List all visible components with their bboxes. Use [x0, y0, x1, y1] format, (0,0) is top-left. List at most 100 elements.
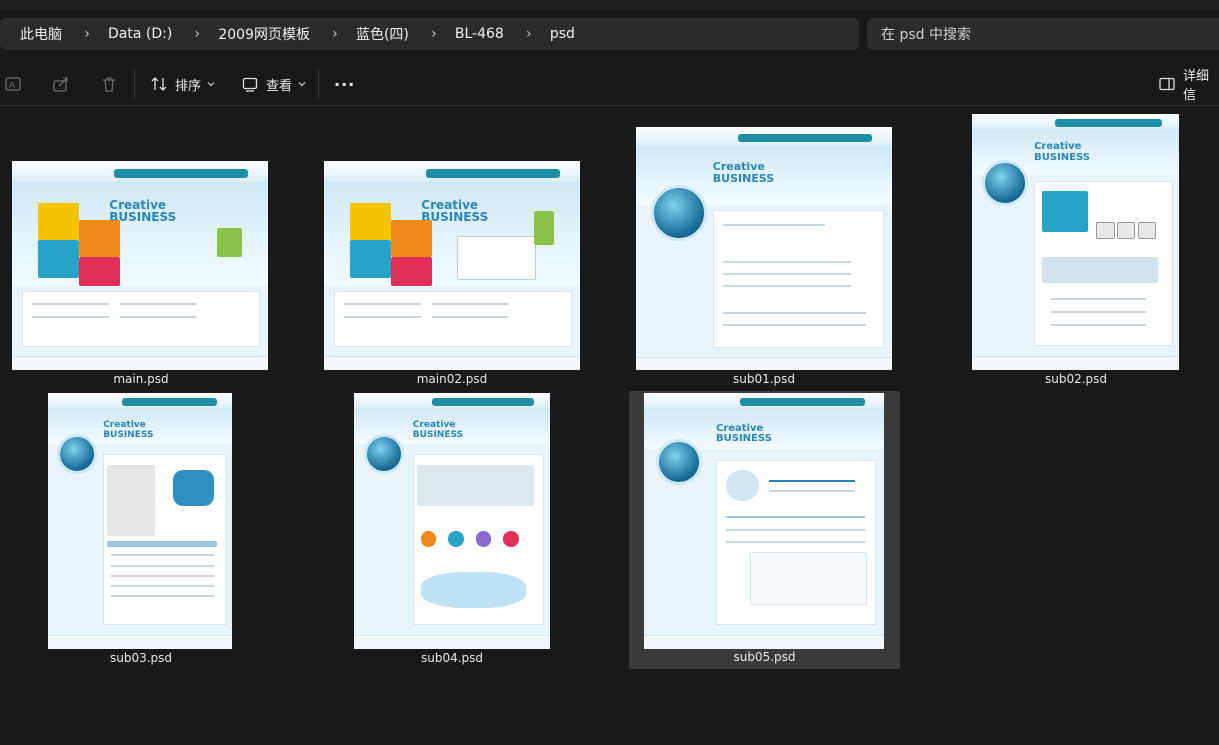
ai-icon: A	[4, 75, 22, 93]
chevron-right-icon[interactable]: ›	[76, 26, 98, 42]
thumb-graphic	[173, 469, 214, 506]
more-icon: ···	[334, 74, 356, 94]
breadcrumb-label: 蓝色(四)	[355, 27, 409, 43]
chevron-down-icon	[207, 80, 215, 88]
thumb-nav	[121, 398, 218, 406]
thumb-graphic	[1042, 190, 1088, 232]
thumb-graphic	[533, 211, 555, 245]
thumb-nav	[114, 169, 248, 178]
thumb-text-line	[119, 315, 197, 318]
thumb-text-line	[723, 260, 852, 263]
thumb-footer	[644, 635, 884, 649]
chevron-right-icon[interactable]: ›	[423, 26, 445, 42]
file-thumbnail: Creative BUSINESS	[972, 114, 1179, 370]
command-bar: A 排序 查看 ··· 详细信	[0, 66, 1219, 103]
share-button[interactable]	[52, 66, 70, 102]
chevron-right-icon[interactable]: ›	[518, 26, 540, 42]
ai-button[interactable]: A	[4, 66, 22, 102]
file-thumbnail: Creative BUSINESS	[644, 393, 884, 649]
thumb-graphic	[216, 227, 243, 258]
toolbar-separator	[318, 70, 319, 98]
file-name: main02.psd	[416, 372, 488, 386]
thumb-text-line	[723, 323, 867, 326]
file-name: sub02.psd	[1044, 372, 1108, 386]
breadcrumb-item[interactable]: 蓝色(四)	[350, 24, 415, 44]
file-name: sub04.psd	[420, 651, 484, 665]
thumb-graphic	[475, 531, 492, 547]
breadcrumb-item[interactable]: 此电脑	[0, 24, 68, 44]
thumb-nav	[1054, 119, 1163, 127]
file-name: sub01.psd	[732, 372, 796, 386]
thumb-content	[22, 290, 260, 347]
more-button[interactable]: ···	[334, 66, 355, 102]
file-item[interactable]: Creative BUSINESS main02.psd	[310, 110, 594, 390]
thumb-graphic	[448, 531, 464, 547]
file-item[interactable]: Creative BUSINESS sub04.psd	[310, 390, 594, 670]
thumb-text-line	[725, 541, 865, 544]
chevron-down-icon	[298, 80, 306, 88]
breadcrumb[interactable]: 此电脑 › Data (D:) › 2009网页模板 › 蓝色(四) › BL-…	[0, 18, 859, 50]
thumb-badge	[982, 160, 1029, 207]
details-label: 详细信	[1183, 69, 1210, 103]
thumb-text-line	[110, 554, 214, 557]
file-item[interactable]: Creative BUSINESS main.psd	[0, 110, 282, 390]
thumb-content	[712, 209, 884, 348]
file-thumbnail: Creative BUSINESS	[636, 127, 892, 370]
thumb-text-line	[110, 564, 214, 567]
thumb-graphic	[106, 541, 218, 547]
thumb-content	[334, 290, 572, 347]
thumb-graphic	[420, 572, 527, 609]
thumb-badge	[363, 433, 404, 474]
sort-icon	[150, 75, 168, 93]
sort-button[interactable]: 排序	[150, 66, 215, 102]
thumb-title: Creative BUSINESS	[1034, 141, 1090, 163]
thumb-graphic	[78, 219, 120, 258]
breadcrumb-label: 此电脑	[20, 27, 62, 43]
svg-text:A: A	[9, 81, 16, 91]
breadcrumb-item[interactable]: Data (D:)	[102, 26, 178, 42]
search-input[interactable]: 在 psd 中搜索	[867, 18, 1219, 50]
thumb-text-line	[723, 224, 826, 227]
thumb-text-line	[768, 490, 856, 493]
thumb-badge	[651, 185, 708, 242]
thumb-text-line	[1050, 298, 1146, 301]
thumb-text-line	[32, 303, 110, 306]
thumb-graphic	[37, 202, 79, 241]
share-icon	[52, 75, 70, 93]
thumb-title: Creative BUSINESS	[716, 422, 772, 445]
thumb-text-line	[344, 303, 422, 306]
chevron-right-icon[interactable]: ›	[324, 26, 346, 42]
thumb-graphic	[502, 531, 519, 547]
thumb-graphic	[420, 531, 437, 547]
thumb-footer	[48, 635, 232, 649]
breadcrumb-label: psd	[549, 26, 575, 42]
thumb-graphic	[1096, 221, 1115, 239]
thumb-graphic	[106, 464, 155, 537]
thumb-nav	[426, 169, 560, 178]
sort-label: 排序	[175, 78, 202, 94]
file-item[interactable]: Creative BUSINESS sub02.psd	[934, 110, 1218, 390]
chevron-right-icon[interactable]: ›	[186, 26, 208, 42]
thumb-badge	[656, 439, 702, 486]
thumb-graphic	[416, 464, 535, 506]
file-item-selected[interactable]: Creative BUSINESS sub05.psd	[629, 391, 900, 669]
thumb-text-line	[723, 311, 867, 314]
thumb-text-line	[723, 284, 852, 287]
thumb-text-line	[32, 315, 110, 318]
breadcrumb-item[interactable]: BL-468	[449, 26, 510, 42]
thumb-graphic	[749, 551, 867, 605]
delete-button[interactable]	[100, 66, 118, 102]
toolbar-divider	[0, 105, 1219, 106]
thumb-graphic	[349, 240, 391, 279]
thumb-nav	[738, 134, 872, 142]
trash-icon	[100, 75, 118, 93]
view-button[interactable]: 查看	[241, 66, 306, 102]
file-item[interactable]: Creative BUSINESS sub01.psd	[622, 110, 906, 390]
file-item[interactable]: Creative BUSINESS sub03.psd	[0, 390, 282, 670]
thumb-graphic	[37, 240, 79, 279]
breadcrumb-label: Data (D:)	[108, 26, 173, 42]
details-pane-button[interactable]: 详细信	[1158, 66, 1219, 103]
breadcrumb-item[interactable]: 2009网页模板	[212, 24, 316, 44]
breadcrumb-item[interactable]: psd	[544, 26, 581, 42]
view-label: 查看	[266, 78, 293, 94]
